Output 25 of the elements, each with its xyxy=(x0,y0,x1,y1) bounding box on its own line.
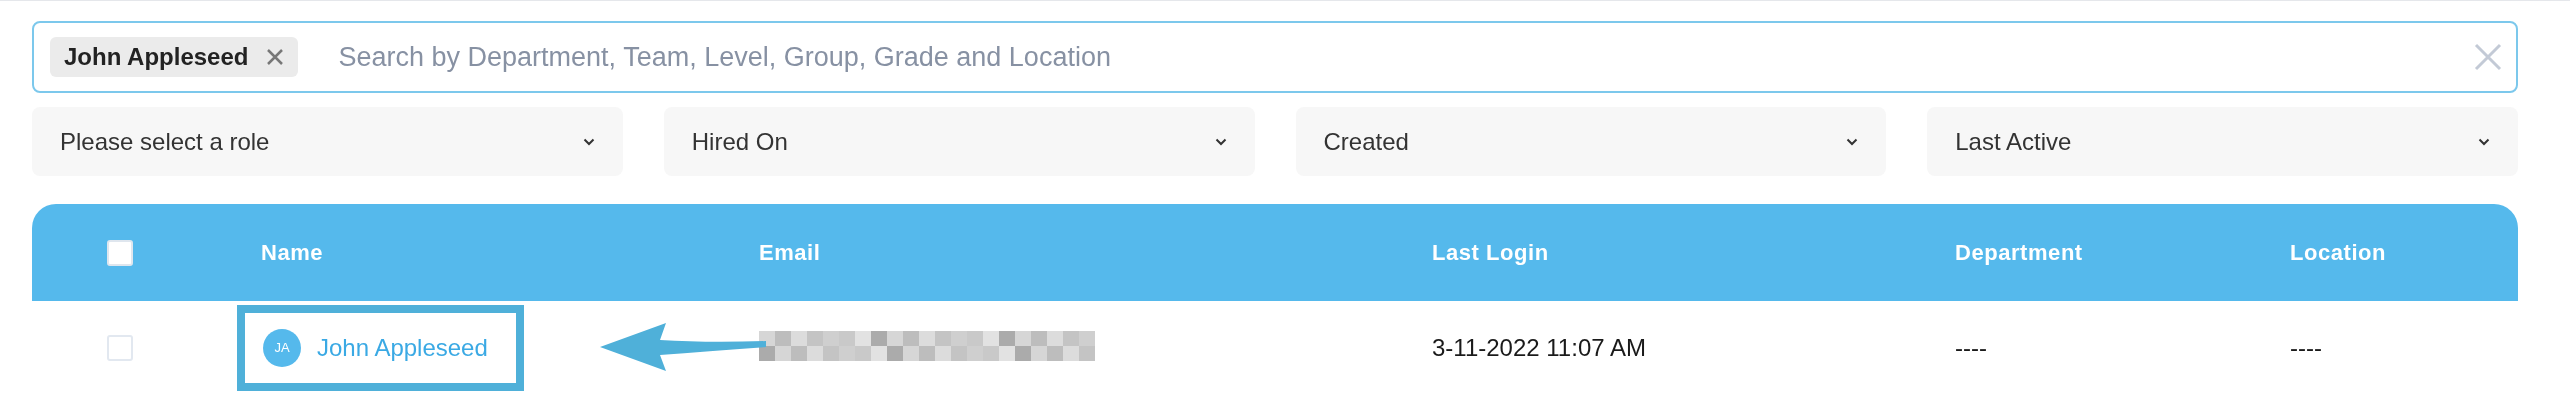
column-header[interactable]: Name xyxy=(261,240,324,265)
column-header[interactable]: Department xyxy=(1955,240,2083,265)
filter-dropdown[interactable]: Please select a role xyxy=(32,107,623,176)
search-bar[interactable]: John Appleseed Search by Department, Team, Level, Group, Grade and Location xyxy=(32,21,2518,93)
chevron-down-icon xyxy=(582,137,595,146)
table-cell: ---- xyxy=(2290,333,2322,361)
table-cell: 3-11-2022 11:07 AM xyxy=(1432,333,1646,361)
remove-tag-icon[interactable] xyxy=(266,48,285,66)
clear-icon[interactable] xyxy=(2474,43,2502,71)
user-name-link[interactable]: John Appleseed xyxy=(317,329,488,366)
filter-dropdown[interactable]: Hired On xyxy=(663,107,1255,176)
tag-label: John Appleseed xyxy=(64,42,249,72)
column-header[interactable]: Last Login xyxy=(1432,240,1549,265)
column-header[interactable]: Location xyxy=(2290,240,2387,265)
chevron-down-icon xyxy=(1214,137,1227,146)
chevron-down-icon xyxy=(2478,137,2490,146)
chevron-down-icon xyxy=(1846,137,1859,146)
filter-dropdown[interactable]: Last Active xyxy=(1927,107,2518,176)
avatar: JA xyxy=(263,328,301,367)
row-checkbox[interactable] xyxy=(107,334,133,361)
table-cell: ---- xyxy=(1955,333,1987,361)
column-header[interactable]: Email xyxy=(759,240,821,265)
select-all-checkbox[interactable] xyxy=(107,239,133,266)
search-field[interactable]: Search by Department, Team, Level, Group, Grade and Location xyxy=(338,36,2434,78)
filter-dropdown[interactable]: Created xyxy=(1295,107,1887,176)
